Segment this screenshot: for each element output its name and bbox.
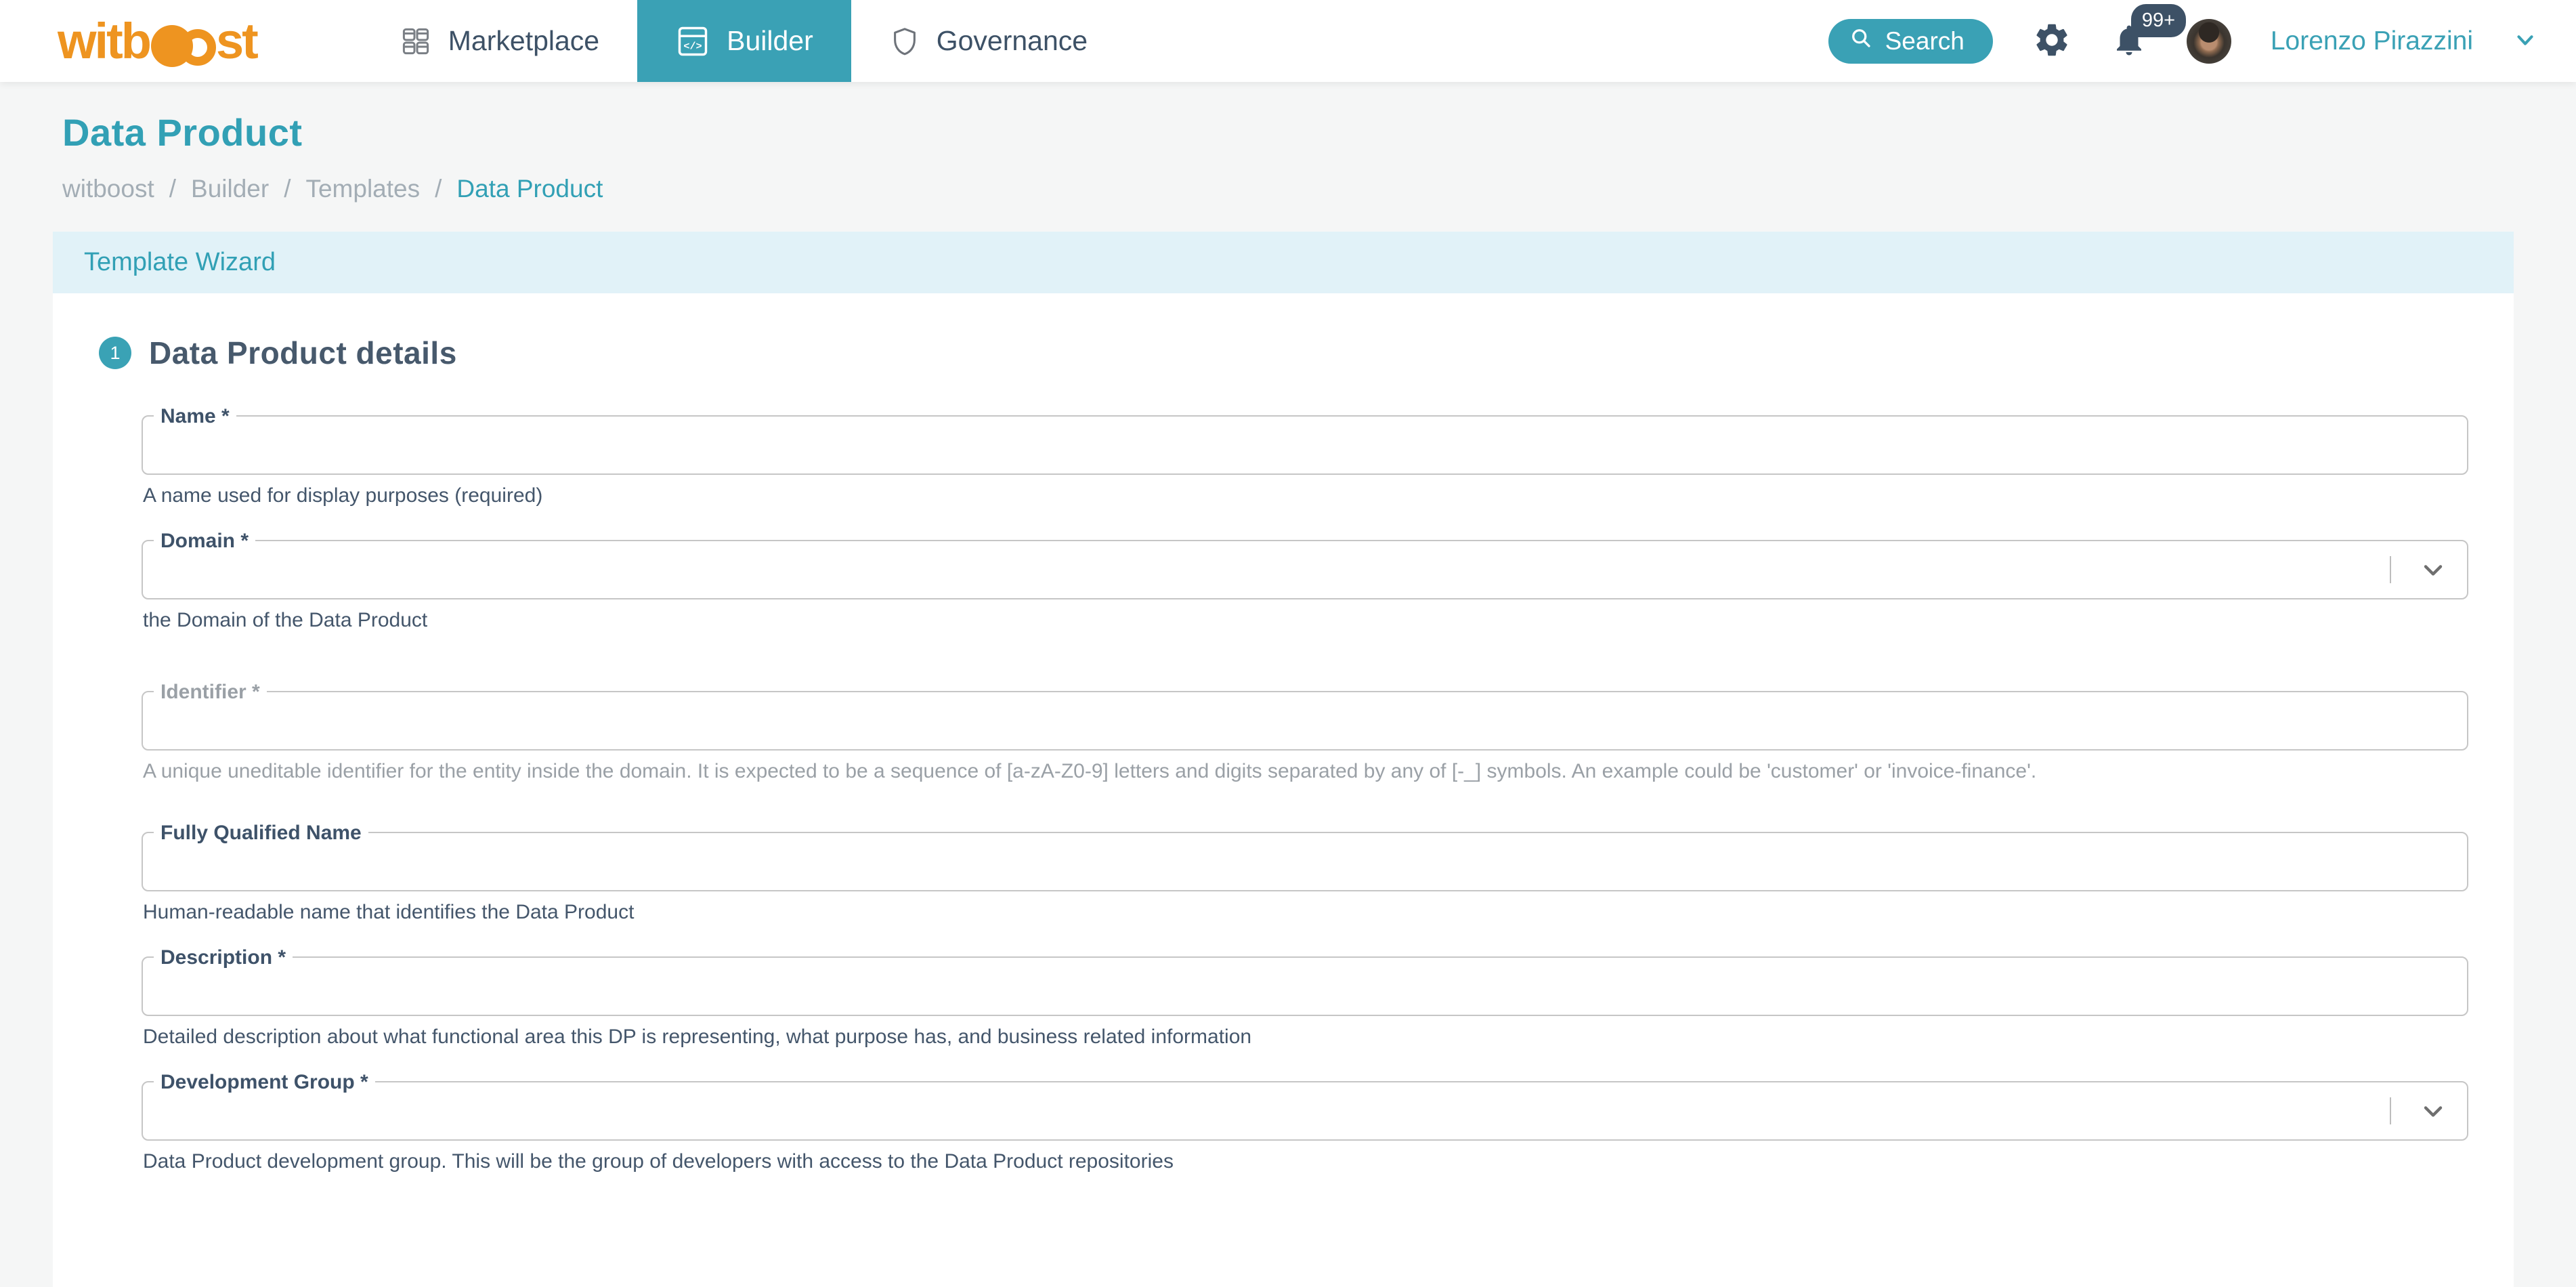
- name-field-label: Name *: [154, 405, 236, 427]
- breadcrumb-separator: /: [435, 175, 442, 203]
- breadcrumb-separator: /: [169, 175, 177, 203]
- development-group-select-value[interactable]: [143, 1082, 2467, 1139]
- field-group-name: Name * A name used for display purposes …: [142, 405, 2468, 509]
- notifications-button[interactable]: 99+: [2111, 4, 2187, 60]
- field-group-description: Description * Detailed description about…: [142, 946, 2468, 1050]
- user-menu-button[interactable]: [2512, 27, 2538, 55]
- wizard-card: 1 Data Product details Name * A name use…: [53, 293, 2514, 1287]
- search-label: Search: [1885, 26, 1965, 55]
- main-content: Data Product witboost / Builder / Templa…: [0, 110, 2576, 1287]
- search-button[interactable]: Search: [1828, 18, 1993, 64]
- logo-text-right: st: [215, 12, 259, 69]
- field-group-development-group: Development Group * Data Product develop…: [142, 1071, 2468, 1175]
- marketplace-grid-icon: [400, 25, 432, 58]
- step-number-badge: 1: [99, 337, 131, 369]
- user-avatar[interactable]: [2186, 18, 2231, 64]
- gear-icon: [2032, 20, 2071, 62]
- identifier-input-box: Identifier *: [142, 681, 2468, 751]
- template-wizard-title: Template Wizard: [84, 248, 276, 276]
- step-title: Data Product details: [149, 335, 457, 371]
- fully-qualified-name-input[interactable]: [143, 833, 2467, 890]
- settings-button[interactable]: [2032, 20, 2071, 62]
- domain-select[interactable]: Domain *: [142, 530, 2468, 599]
- logo-text-left: witb: [58, 12, 152, 69]
- builder-code-window-icon: </>: [675, 24, 710, 59]
- page-title: Data Product: [62, 111, 303, 154]
- name-input[interactable]: [143, 417, 2467, 473]
- primary-nav: Marketplace </> Builder Governance: [362, 0, 1125, 82]
- nav-label-builder: Builder: [727, 25, 813, 56]
- navbar-right-actions: Search 99+ Lorenzo Pirazzini: [1828, 0, 2538, 82]
- fully-qualified-name-helper-text: Human-readable name that identifies the …: [143, 901, 635, 923]
- notifications-count-badge: 99+: [2130, 4, 2187, 37]
- form-fields: Name * A name used for display purposes …: [142, 405, 2468, 1175]
- search-icon: [1849, 26, 1873, 56]
- breadcrumb-witboost[interactable]: witboost: [62, 175, 154, 203]
- name-input-box: Name *: [142, 405, 2468, 475]
- domain-field-label: Domain *: [154, 530, 256, 552]
- nav-item-builder[interactable]: </> Builder: [637, 0, 851, 82]
- witboost-logo[interactable]: witb st: [58, 0, 259, 82]
- logo-circle-ring-icon: [179, 28, 216, 66]
- identifier-input: [143, 692, 2467, 749]
- breadcrumb-current: Data Product: [456, 175, 603, 203]
- identifier-helper-text: A unique uneditable identifier for the e…: [143, 760, 2037, 782]
- governance-shield-icon: [889, 26, 920, 57]
- step-header: 1 Data Product details: [99, 335, 2514, 371]
- field-group-identifier: Identifier * A unique uneditable identif…: [142, 681, 2468, 784]
- field-group-domain: Domain * the Domain of the Data Product: [142, 530, 2468, 633]
- name-helper-text: A name used for display purposes (requir…: [143, 484, 543, 507]
- fully-qualified-name-field-label: Fully Qualified Name: [154, 822, 368, 844]
- field-group-fully-qualified-name: Fully Qualified Name Human-readable name…: [142, 822, 2468, 925]
- development-group-select[interactable]: Development Group *: [142, 1071, 2468, 1141]
- user-name[interactable]: Lorenzo Pirazzini: [2271, 26, 2473, 56]
- description-input-box: Description *: [142, 946, 2468, 1016]
- nav-item-governance[interactable]: Governance: [851, 0, 1125, 82]
- breadcrumb-templates[interactable]: Templates: [305, 175, 420, 203]
- breadcrumb: witboost / Builder / Templates / Data Pr…: [62, 175, 2514, 203]
- development-group-field-label: Development Group *: [154, 1071, 375, 1093]
- domain-helper-text: the Domain of the Data Product: [143, 609, 428, 631]
- breadcrumb-separator: /: [284, 175, 291, 203]
- template-wizard-header: Template Wizard: [53, 232, 2514, 293]
- top-navbar: witb st Marketplace </> Builder Governan…: [0, 0, 2576, 82]
- development-group-helper-text: Data Product development group. This wil…: [143, 1150, 1174, 1173]
- nav-label-governance: Governance: [936, 25, 1088, 56]
- nav-label-marketplace: Marketplace: [448, 25, 600, 56]
- chevron-down-icon: [2512, 27, 2538, 55]
- description-field-label: Description *: [154, 946, 293, 969]
- description-input[interactable]: [143, 958, 2467, 1015]
- description-helper-text: Detailed description about what function…: [143, 1026, 1252, 1048]
- fully-qualified-name-input-box: Fully Qualified Name: [142, 822, 2468, 891]
- domain-select-value[interactable]: [143, 541, 2467, 598]
- identifier-field-label: Identifier *: [154, 681, 267, 703]
- svg-text:</>: </>: [683, 40, 702, 52]
- nav-item-marketplace[interactable]: Marketplace: [362, 0, 637, 82]
- breadcrumb-builder[interactable]: Builder: [191, 175, 269, 203]
